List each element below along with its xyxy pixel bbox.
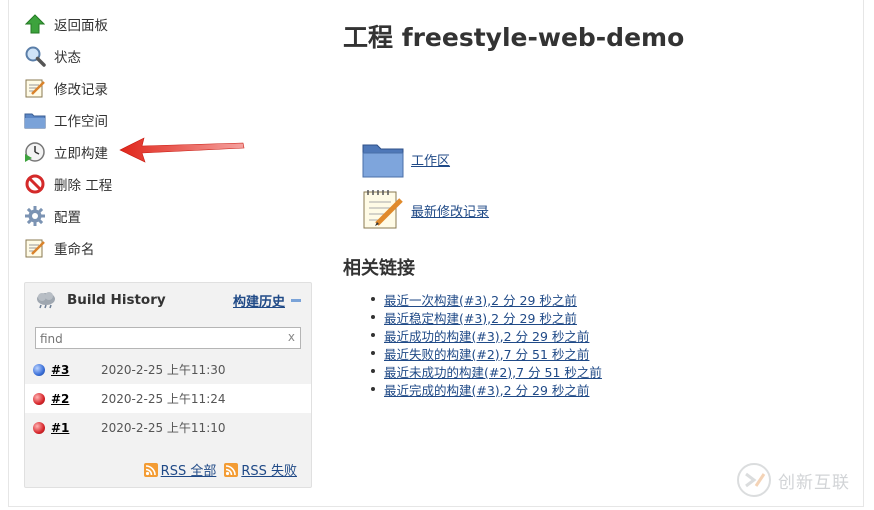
build-history-title: Build History <box>67 292 166 308</box>
notepad-icon <box>361 188 405 232</box>
list-item: 最近一次构建(#3),2 分 29 秒之前 <box>369 290 602 308</box>
sidebar-item-label: 重命名 <box>54 242 95 258</box>
watermark-logo-icon <box>737 463 771 497</box>
build-row: #2 2020-2-25 上午11:24 <box>25 384 311 413</box>
sidebar-item-delete-project[interactable]: 删除 工程 <box>24 168 324 200</box>
permalink-last-unsuccessful[interactable]: 最近未成功的构建(#2),7 分 51 秒之前 <box>384 362 602 381</box>
build-history-panel: Build History 构建历史 x #3 2020-2-25 上午11:3… <box>24 282 312 488</box>
folder-icon <box>24 109 46 131</box>
build-row: #3 2020-2-25 上午11:30 <box>25 355 311 384</box>
sidebar-item-label: 立即构建 <box>54 146 108 162</box>
up-arrow-icon <box>24 13 46 35</box>
sidebar-item-label: 返回面板 <box>54 18 108 34</box>
related-links-heading: 相关链接 <box>343 258 415 279</box>
build-row: #1 2020-2-25 上午11:10 <box>25 413 311 442</box>
list-item: 最近成功的构建(#3),2 分 29 秒之前 <box>369 326 602 344</box>
find-box: x <box>35 327 301 349</box>
build-date: 2020-2-25 上午11:24 <box>101 392 226 406</box>
watermark: 创新互联 <box>736 462 850 498</box>
list-item: 最近失败的构建(#2),7 分 51 秒之前 <box>369 344 602 362</box>
folder-icon <box>361 137 405 181</box>
workspace-link[interactable]: 工作区 <box>411 150 450 169</box>
cloud-icon <box>35 291 57 309</box>
no-entry-icon <box>24 173 46 195</box>
build-number-link[interactable]: #2 <box>51 392 101 406</box>
build-trend-label: 构建历史 <box>232 294 285 310</box>
permalink-last-failed[interactable]: 最近失败的构建(#2),7 分 51 秒之前 <box>384 344 589 363</box>
notepad-icon <box>24 237 46 259</box>
build-date: 2020-2-25 上午11:30 <box>101 363 226 377</box>
bullet <box>371 315 375 319</box>
status-red-ball-icon <box>33 392 45 405</box>
permalink-last-stable[interactable]: 最近稳定构建(#3),2 分 29 秒之前 <box>384 308 577 327</box>
build-trend-link[interactable]: 构建历史 <box>233 291 301 310</box>
permalinks-list: 最近一次构建(#3),2 分 29 秒之前 最近稳定构建(#3),2 分 29 … <box>369 290 602 398</box>
workspace-entry: 工作区 <box>361 137 450 181</box>
list-item: 最近稳定构建(#3),2 分 29 秒之前 <box>369 308 602 326</box>
build-history-header: Build History 构建历史 <box>25 283 311 317</box>
build-number-link[interactable]: #1 <box>51 421 101 435</box>
magnifier-icon <box>24 45 46 67</box>
bullet <box>371 369 375 373</box>
page-title: 工程 freestyle-web-demo <box>343 23 685 52</box>
gear-icon <box>24 205 46 227</box>
rss-failed-link[interactable]: RSS 失败 <box>241 460 297 479</box>
sidebar-item-label: 工作空间 <box>54 114 108 130</box>
sidebar-item-status[interactable]: 状态 <box>24 40 324 72</box>
notepad-icon <box>24 77 46 99</box>
permalink-last-successful[interactable]: 最近成功的构建(#3),2 分 29 秒之前 <box>384 326 589 345</box>
clear-search-button[interactable]: x <box>288 330 295 344</box>
bullet <box>371 351 375 355</box>
sidebar-item-back-to-dashboard[interactable]: 返回面板 <box>24 8 324 40</box>
collapse-icon[interactable] <box>291 298 301 302</box>
changes-entry: 最新修改记录 <box>361 188 489 232</box>
sidebar-item-rename[interactable]: 重命名 <box>24 232 324 264</box>
build-date: 2020-2-25 上午11:10 <box>101 421 226 435</box>
permalink-last-build[interactable]: 最近一次构建(#3),2 分 29 秒之前 <box>384 290 577 309</box>
rss-links: RSS 全部 RSS 失败 <box>136 460 297 479</box>
rss-icon <box>224 462 239 477</box>
latest-changes-link[interactable]: 最新修改记录 <box>411 201 489 220</box>
sidebar-item-configure[interactable]: 配置 <box>24 200 324 232</box>
bullet <box>371 333 375 337</box>
sidebar-item-label: 配置 <box>54 210 81 226</box>
bullet <box>371 297 375 301</box>
bullet <box>371 387 375 391</box>
rss-all-link[interactable]: RSS 全部 <box>161 460 217 479</box>
build-number-link[interactable]: #3 <box>51 363 101 377</box>
build-search-input[interactable] <box>36 329 284 349</box>
sidebar-item-label: 状态 <box>54 50 81 66</box>
permalink-last-completed[interactable]: 最近完成的构建(#3),2 分 29 秒之前 <box>384 380 589 399</box>
sidebar-item-label: 删除 工程 <box>54 178 113 194</box>
sidebar-item-changes[interactable]: 修改记录 <box>24 72 324 104</box>
watermark-text: 创新互联 <box>778 472 850 493</box>
rss-icon <box>143 462 158 477</box>
status-red-ball-icon <box>33 421 45 434</box>
status-blue-ball-icon <box>33 363 45 376</box>
sidebar-item-label: 修改记录 <box>54 82 108 98</box>
list-item: 最近完成的构建(#3),2 分 29 秒之前 <box>369 380 602 398</box>
annotation-arrow-icon <box>119 137 245 163</box>
list-item: 最近未成功的构建(#2),7 分 51 秒之前 <box>369 362 602 380</box>
build-clock-icon <box>24 141 46 163</box>
